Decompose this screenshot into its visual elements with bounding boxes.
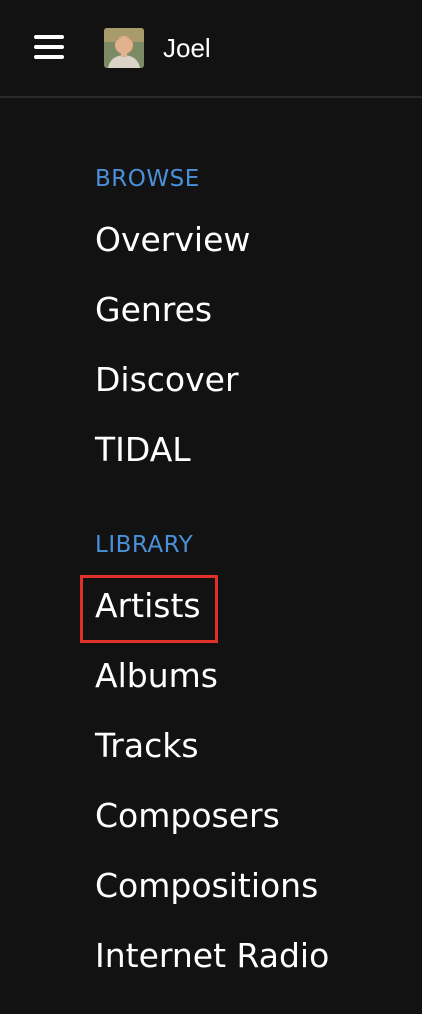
nav-item-discover[interactable]: Discover	[95, 358, 239, 402]
nav-item-genres[interactable]: Genres	[95, 288, 212, 332]
hamburger-line	[34, 35, 64, 39]
nav-item-composers[interactable]: Composers	[95, 794, 280, 838]
nav-item-artists[interactable]: Artists	[95, 584, 201, 628]
section-title-library: LIBRARY	[95, 532, 194, 558]
user-avatar-image	[104, 28, 144, 68]
nav-item-compositions[interactable]: Compositions	[95, 864, 318, 908]
hamburger-line	[34, 55, 64, 59]
hamburger-line	[34, 45, 64, 49]
user-name[interactable]: Joel	[163, 30, 211, 66]
nav-item-albums[interactable]: Albums	[95, 654, 218, 698]
nav-item-tidal[interactable]: TIDAL	[95, 428, 191, 472]
nav-item-tracks[interactable]: Tracks	[95, 724, 199, 768]
nav-item-internet-radio[interactable]: Internet Radio	[95, 934, 329, 978]
top-bar: Joel	[0, 0, 422, 98]
user-avatar[interactable]	[104, 28, 144, 68]
hamburger-menu-icon[interactable]	[34, 35, 64, 59]
section-title-browse: BROWSE	[95, 166, 200, 192]
nav-item-overview[interactable]: Overview	[95, 218, 250, 262]
